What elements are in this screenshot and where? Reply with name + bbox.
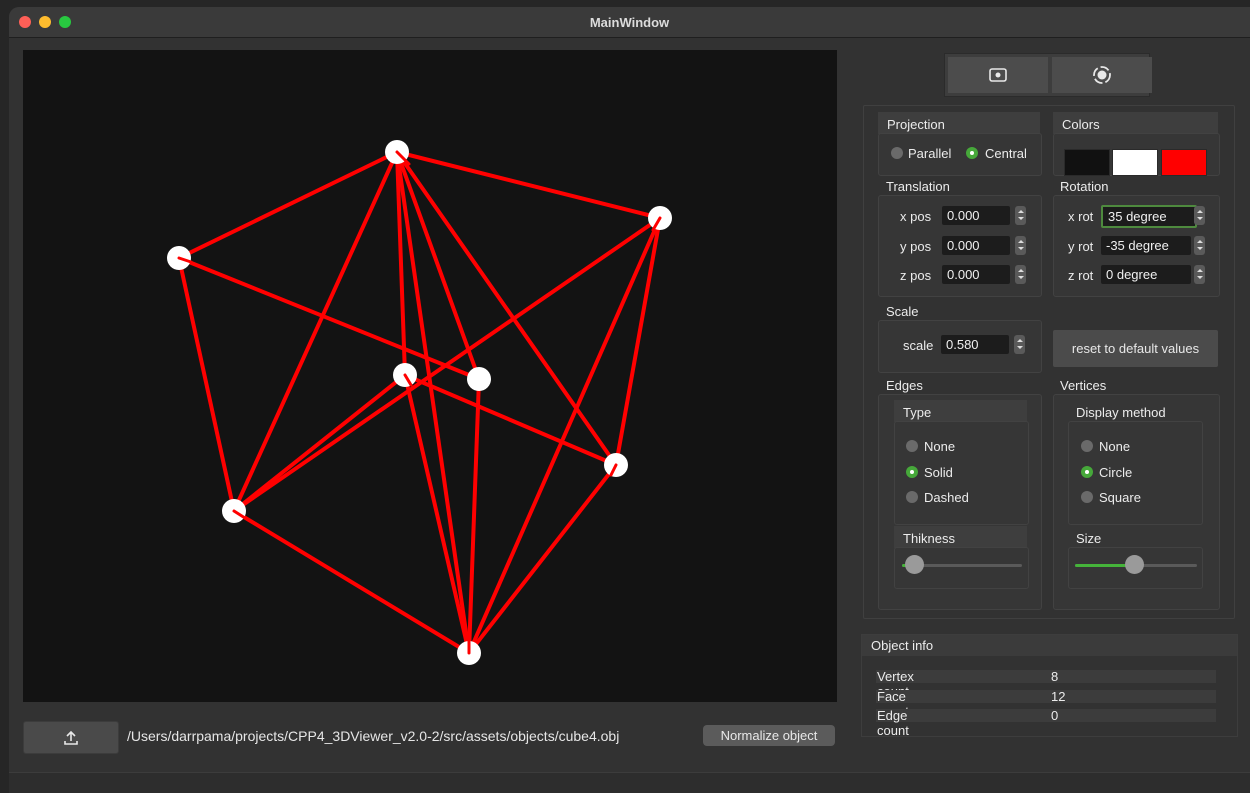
screenshot-button[interactable] [948, 57, 1048, 93]
face-count-value: 12 [1051, 689, 1066, 704]
colors-title: Colors [1062, 117, 1100, 132]
scale-stepper[interactable] [1014, 335, 1025, 354]
vertex [467, 367, 491, 391]
rotation-title: Rotation [1060, 179, 1109, 194]
thickness-title: Thikness [903, 531, 956, 546]
edge [467, 377, 481, 655]
edge-solid-radio[interactable] [906, 466, 918, 478]
main-window: MainWindow /Users/darrpama/projects/CPP4… [9, 7, 1250, 793]
central-radio[interactable] [966, 147, 978, 159]
parallel-label: Parallel [908, 146, 952, 161]
status-bar [9, 772, 1250, 793]
x-pos-label: x pos [900, 209, 932, 224]
wireframe-edges-front [177, 150, 662, 655]
reset-defaults-button[interactable]: reset to default values [1053, 330, 1218, 367]
y-pos-input[interactable]: 0.000 [942, 236, 1010, 255]
x-pos-stepper[interactable] [1015, 206, 1026, 225]
edge-count-label: Edge count [877, 708, 909, 738]
window-title: MainWindow [589, 15, 670, 30]
normalize-object-button[interactable]: Normalize object [703, 725, 835, 746]
x-pos-input[interactable]: 0.000 [942, 206, 1010, 225]
record-button[interactable] [1052, 57, 1152, 93]
y-rot-input[interactable]: -35 degree [1101, 236, 1191, 255]
record-icon [1093, 66, 1111, 84]
vertex-circle-label: Circle [1099, 465, 1133, 480]
z-rot-input[interactable]: 0 degree [1101, 265, 1191, 284]
z-rot-stepper[interactable] [1194, 265, 1205, 284]
vertex-color-swatch[interactable] [1112, 149, 1158, 176]
edge-none-radio[interactable] [906, 440, 918, 452]
display-method-title: Display method [1076, 405, 1166, 420]
vertex-count-value: 8 [1051, 669, 1059, 684]
edge [395, 150, 471, 655]
x-rot-input[interactable]: 35 degree [1101, 205, 1197, 228]
x-rot-label: x rot [1068, 209, 1094, 224]
y-rot-label: y rot [1068, 239, 1094, 254]
edge [177, 256, 481, 381]
y-pos-label: y pos [900, 239, 932, 254]
upload-file-button[interactable] [23, 721, 119, 754]
vertices-title: Vertices [1060, 378, 1107, 393]
vertex-square-label: Square [1099, 490, 1141, 505]
object-info-panel: Object info Vertex count 8 Face count 12… [861, 634, 1238, 738]
edge [395, 150, 481, 381]
3d-viewport[interactable] [23, 50, 837, 702]
y-rot-stepper[interactable] [1194, 236, 1205, 255]
z-pos-input[interactable]: 0.000 [942, 265, 1010, 284]
z-pos-label: z pos [900, 268, 932, 283]
edge-solid-label: Solid [924, 465, 953, 480]
vertex-square-radio[interactable] [1081, 491, 1093, 503]
edge-type-title: Type [903, 405, 932, 420]
capture-toolbar [944, 53, 1152, 97]
central-label: Central [985, 146, 1027, 161]
edges-title: Edges [886, 378, 923, 393]
vertex-circle-radio[interactable] [1081, 466, 1093, 478]
projection-title: Projection [887, 117, 945, 132]
edge [232, 373, 407, 513]
vertex-none-label: None [1099, 439, 1131, 454]
z-pos-stepper[interactable] [1015, 265, 1026, 284]
edge [232, 509, 471, 655]
scale-title: Scale [886, 304, 919, 319]
edge-dashed-label: Dashed [924, 490, 969, 505]
wireframe-edges [177, 150, 662, 655]
z-rot-label: z rot [1068, 268, 1094, 283]
edge [614, 216, 662, 467]
x-rot-stepper[interactable] [1194, 206, 1205, 225]
edge-none-label: None [924, 439, 956, 454]
upload-icon [64, 730, 78, 745]
edge-color-swatch[interactable] [1161, 149, 1207, 176]
size-slider-handle[interactable] [1124, 555, 1144, 574]
edge [467, 463, 618, 655]
translation-title: Translation [886, 179, 950, 194]
edge [177, 256, 236, 513]
scale-input[interactable]: 0.580 [941, 335, 1009, 354]
size-title: Size [1076, 531, 1102, 546]
background-color-swatch[interactable] [1064, 149, 1110, 176]
edge [177, 150, 399, 260]
parallel-radio[interactable] [891, 147, 903, 159]
edge-count-value: 0 [1051, 708, 1059, 723]
file-path-label: /Users/darrpama/projects/CPP4_3DViewer_v… [127, 728, 620, 744]
screenshot-icon [989, 68, 1007, 82]
wireframe-canvas [167, 140, 672, 665]
title-bar: MainWindow [9, 7, 1250, 38]
vertex-none-radio[interactable] [1081, 440, 1093, 452]
y-pos-stepper[interactable] [1015, 236, 1026, 255]
thickness-slider-handle[interactable] [905, 555, 924, 574]
object-info-title: Object info [871, 638, 934, 653]
scale-label: scale [903, 338, 934, 353]
edge-dashed-radio[interactable] [906, 491, 918, 503]
